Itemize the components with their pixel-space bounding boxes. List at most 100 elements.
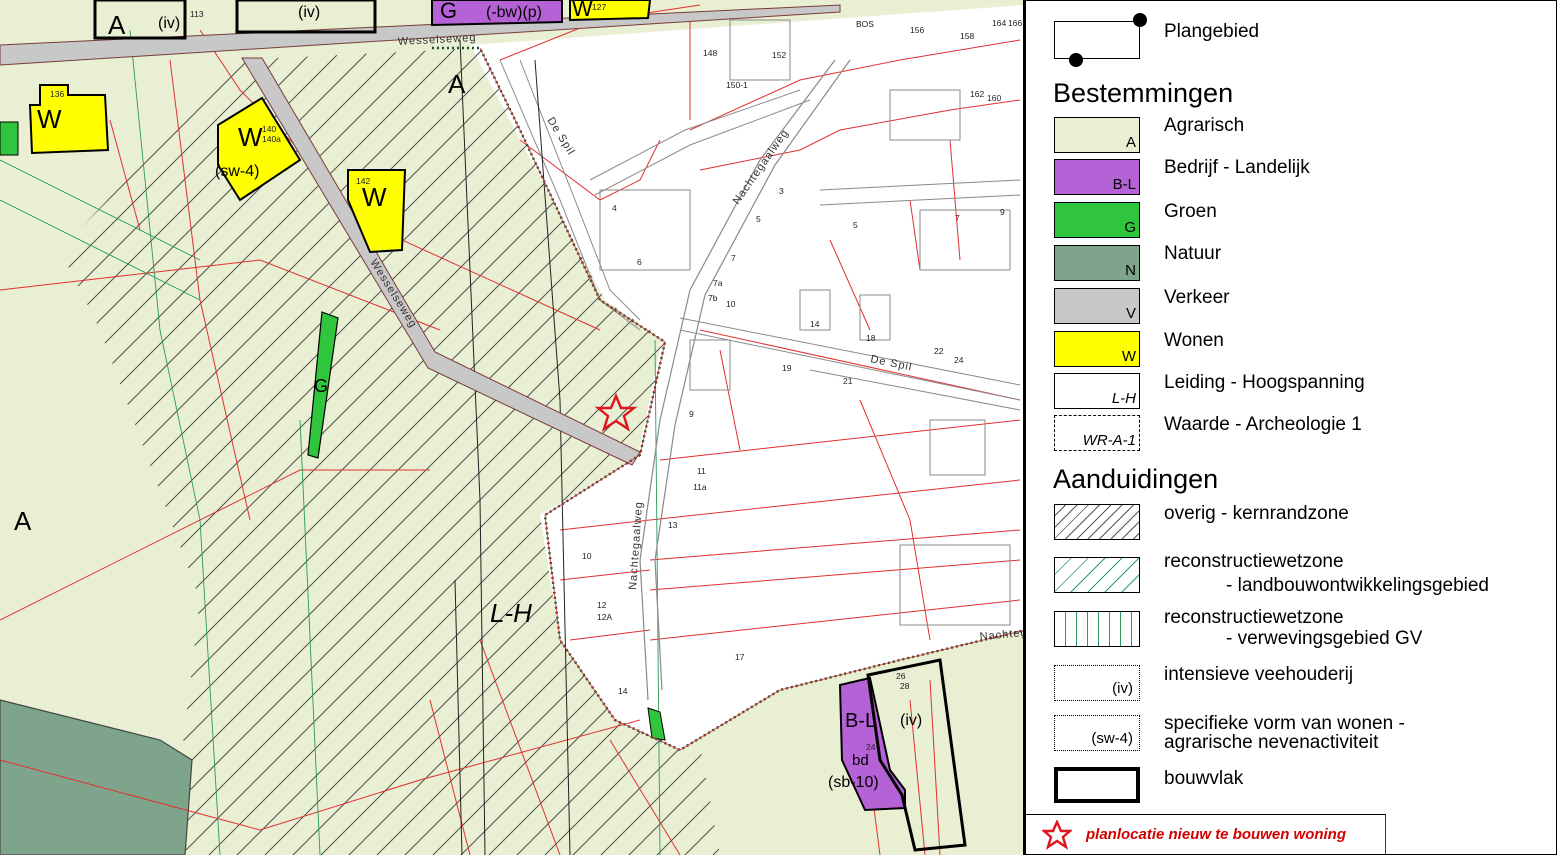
house-number: 11a xyxy=(693,482,707,492)
zone-label-lh: L-H xyxy=(490,598,532,628)
legend-label-wonen: Wonen xyxy=(1164,330,1224,351)
legend-label-bedrijf: Bedrijf - Landelijk xyxy=(1164,157,1310,178)
house-number: 26 xyxy=(896,671,906,681)
legend-swatch-agrarisch: A xyxy=(1054,117,1140,153)
zone-label-bd: bd xyxy=(852,752,869,769)
house-number: 18 xyxy=(866,333,876,343)
house-number: 14 xyxy=(618,686,628,696)
house-number: BOS xyxy=(856,19,874,29)
legend-label-kernrand: overig - kernrandzone xyxy=(1164,503,1349,524)
zone-label-iv-bottom: (iv) xyxy=(900,712,922,729)
legend-swatch-natuur: N xyxy=(1054,245,1140,281)
legend-label-leiding: Leiding - Hoogspanning xyxy=(1164,372,1365,393)
house-number: 5 xyxy=(756,214,761,224)
zone-label-iv-topleft: (iv) xyxy=(158,15,180,32)
legend-label-plangebied: Plangebied xyxy=(1164,21,1260,42)
legend-code: L-H xyxy=(1111,390,1136,407)
legend-code: N xyxy=(1125,262,1136,279)
house-number: 148 xyxy=(703,48,717,58)
plangebied-dot-icon xyxy=(1133,13,1147,27)
zone-label-w1: W xyxy=(37,104,62,134)
legend-code: (sw-4) xyxy=(1091,730,1133,747)
legend-swatch-kernrand xyxy=(1054,504,1140,540)
legend-footer: planlocatie nieuw te bouwen woning xyxy=(1026,814,1386,854)
legend-swatch-verweving xyxy=(1054,611,1140,647)
house-number: 156 xyxy=(910,25,924,35)
legend-code: W xyxy=(1121,348,1136,365)
zone-label-a-top: A xyxy=(448,69,466,99)
legend-code: B-L xyxy=(1112,176,1136,193)
legend-label-natuur: Natuur xyxy=(1164,243,1222,264)
house-number: 11 xyxy=(697,466,706,476)
plangebied-dot-icon xyxy=(1069,53,1083,67)
legend-label-landbouw-1: reconstructiewetzone xyxy=(1164,551,1344,572)
zone-label-w4: W xyxy=(572,0,593,21)
house-number: 9 xyxy=(1000,207,1005,217)
house-number: 142 xyxy=(356,176,370,186)
legend-code: WR-A-1 xyxy=(1082,432,1136,449)
zoning-map[interactable]: A A A L-H W W W W (sw-4) (iv) (iv) (iv) … xyxy=(0,0,1025,855)
legend-swatch-bouwvlak xyxy=(1054,767,1140,803)
house-number: 127 xyxy=(592,2,606,12)
legend-label-archeologie: Waarde - Archeologie 1 xyxy=(1164,414,1362,435)
house-number: 22 xyxy=(934,346,944,356)
legend-code: (iv) xyxy=(1112,680,1133,697)
house-number: 6 xyxy=(637,257,642,267)
house-number: 19 xyxy=(782,363,792,373)
legend-label-verweving-1: reconstructiewetzone xyxy=(1164,607,1344,628)
house-number: 12 xyxy=(597,600,607,610)
house-number: 160 xyxy=(987,93,1001,103)
legend-label-bouwvlak: bouwvlak xyxy=(1164,768,1244,789)
house-number: 152 xyxy=(772,50,786,60)
legend-label-verkeer: Verkeer xyxy=(1164,287,1230,308)
zone-label-a-left: A xyxy=(14,506,32,536)
house-number: 17 xyxy=(735,652,745,662)
legend-label-groen: Groen xyxy=(1164,201,1217,222)
legend-label-iv: intensieve veehouderij xyxy=(1164,664,1354,685)
legend-label-verweving-2: - verwevingsgebied GV xyxy=(1226,628,1423,649)
zone-label-bl: B-L xyxy=(845,710,876,732)
star-icon xyxy=(1042,820,1072,850)
legend-swatch-groen: G xyxy=(1054,202,1140,238)
house-number: 12A xyxy=(597,612,612,622)
house-number: 7 xyxy=(731,253,736,263)
legend-swatch-sw: (sw-4) xyxy=(1054,715,1140,751)
house-number: 140a xyxy=(262,134,281,144)
legend-swatch-wonen: W xyxy=(1054,331,1140,367)
groen-left xyxy=(0,121,19,156)
zone-label-w3: W xyxy=(362,182,387,212)
house-number: 4 xyxy=(612,203,617,213)
house-number: 3 xyxy=(779,186,784,196)
zone-label-w2: W xyxy=(238,122,263,152)
legend-code: G xyxy=(1124,219,1136,236)
house-number: 24 xyxy=(954,355,964,365)
legend-heading-bestemmingen: Bestemmingen xyxy=(1053,78,1234,108)
zone-label-iv-top: (iv) xyxy=(298,4,320,21)
house-number: 14 xyxy=(810,319,820,329)
legend-swatch-landbouw xyxy=(1054,557,1140,593)
legend-swatch-leiding: L-H xyxy=(1054,373,1140,409)
legend-swatch-verkeer: V xyxy=(1054,288,1140,324)
house-number: 10 xyxy=(726,299,736,309)
house-number: 24 xyxy=(866,742,876,752)
house-number: 158 xyxy=(960,31,974,41)
legend-code: A xyxy=(1125,134,1136,151)
house-number: 113 xyxy=(190,9,204,19)
zone-label-a-topleft: A xyxy=(108,10,126,40)
house-number: 21 xyxy=(843,376,853,386)
house-number: 162 xyxy=(970,89,984,99)
legend-panel: Plangebied Bestemmingen A Agrarisch B-L … xyxy=(1025,0,1557,855)
house-number: 140 xyxy=(262,124,276,134)
house-number: 164 xyxy=(992,18,1006,28)
legend-swatch-archeologie: WR-A-1 xyxy=(1054,415,1140,451)
legend-footer-label: planlocatie nieuw te bouwen woning xyxy=(1086,826,1347,843)
house-number: 28 xyxy=(900,681,910,691)
house-number: 166 xyxy=(1008,18,1022,28)
house-number: 7a xyxy=(713,278,723,288)
legend-label-sw-1: specifieke vorm van wonen - xyxy=(1164,713,1405,734)
house-number: 136 xyxy=(50,89,64,99)
legend-label-sw-2: agrarische nevenactiviteit xyxy=(1164,732,1379,753)
zone-label-g-strip: G xyxy=(314,376,328,396)
house-number: 13 xyxy=(668,520,678,530)
house-number: 10 xyxy=(582,551,592,561)
